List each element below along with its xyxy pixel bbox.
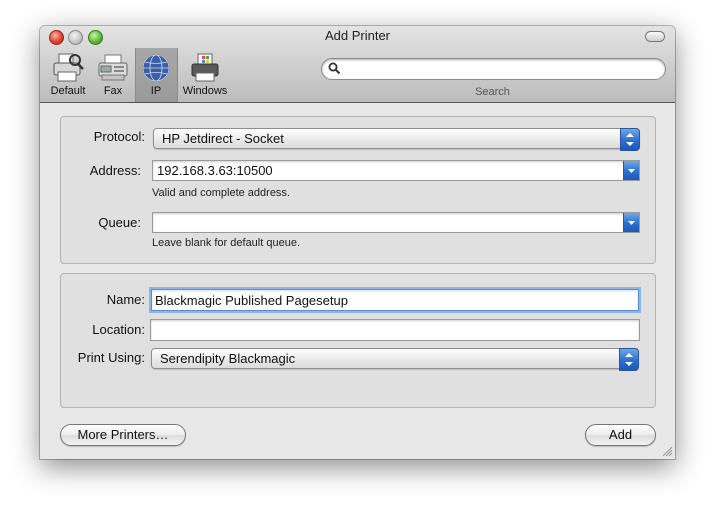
- printer-details-group: Name: Location: Print Using: Serendipity…: [60, 273, 656, 408]
- address-value: 192.168.3.63:10500: [157, 163, 273, 178]
- up-down-arrows-icon: [619, 348, 639, 371]
- location-input[interactable]: [154, 322, 634, 338]
- up-down-arrows-icon: [620, 128, 640, 151]
- windows-printer-icon: [191, 53, 219, 82]
- chevron-down-icon[interactable]: [623, 161, 639, 180]
- toolbar-toggle-button[interactable]: [645, 31, 665, 42]
- connection-group: Protocol: HP Jetdirect - Socket Address:…: [60, 116, 656, 264]
- toolbar-windows-label: Windows: [182, 85, 228, 97]
- name-input[interactable]: [155, 292, 633, 308]
- protocol-value: HP Jetdirect - Socket: [162, 131, 284, 146]
- address-combobox[interactable]: 192.168.3.63:10500: [152, 160, 640, 181]
- toolbar-windows-button[interactable]: Windows: [179, 52, 231, 97]
- fax-icon: [98, 54, 128, 81]
- search-icon: [328, 62, 341, 75]
- search-label: Search: [475, 86, 510, 98]
- location-field[interactable]: [150, 319, 640, 341]
- protocol-popup[interactable]: HP Jetdirect - Socket: [153, 128, 640, 151]
- chevron-down-icon[interactable]: [623, 213, 639, 232]
- toolbar-default-button[interactable]: Default: [45, 52, 91, 97]
- queue-hint: Leave blank for default queue.: [152, 237, 301, 249]
- toolbar-fax-label: Fax: [103, 85, 123, 97]
- add-printer-window: Add Printer Default Fax IP Windows Searc…: [40, 26, 675, 459]
- name-label: Name:: [106, 292, 145, 307]
- title-bar: Add Printer Default Fax IP Windows Searc…: [40, 26, 675, 103]
- toolbar-default-label: Default: [50, 85, 86, 97]
- add-button[interactable]: Add: [585, 424, 656, 446]
- address-hint: Valid and complete address.: [152, 187, 290, 199]
- print-using-value: Serendipity Blackmagic: [160, 351, 296, 366]
- globe-icon: [142, 54, 170, 82]
- search-field[interactable]: [321, 58, 666, 80]
- print-using-label: Print Using:: [77, 350, 145, 365]
- print-using-popup[interactable]: Serendipity Blackmagic: [151, 348, 639, 371]
- name-field[interactable]: [151, 289, 639, 311]
- queue-combobox[interactable]: [152, 212, 640, 233]
- protocol-label: Protocol:: [93, 129, 145, 144]
- window-title: Add Printer: [324, 28, 391, 43]
- toolbar-fax-button[interactable]: Fax: [96, 52, 130, 97]
- queue-label: Queue:: [98, 215, 141, 230]
- search-input[interactable]: [344, 61, 653, 78]
- more-printers-button[interactable]: More Printers…: [60, 424, 186, 446]
- printer-search-icon: [53, 53, 84, 82]
- toolbar-ip-button[interactable]: IP: [139, 52, 173, 97]
- toolbar-ip-label: IP: [150, 85, 162, 97]
- resize-grip-icon[interactable]: [662, 446, 673, 457]
- location-label: Location:: [92, 322, 145, 337]
- address-label: Address:: [89, 163, 141, 178]
